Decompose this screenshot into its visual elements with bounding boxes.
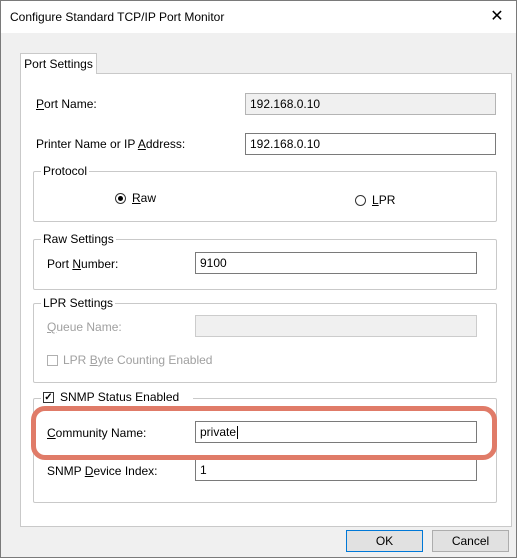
raw-settings-title: Raw Settings xyxy=(41,232,116,246)
lpr-byte-counting-label: LPR Byte Counting Enabled xyxy=(63,353,213,367)
printer-address-label: Printer Name or IP Address: xyxy=(36,137,186,151)
radio-unselected-icon xyxy=(355,195,366,206)
checkbox-checked-icon: ✓ xyxy=(43,392,54,403)
printer-address-input[interactable]: 192.168.0.10 xyxy=(245,133,496,155)
lpr-settings-title: LPR Settings xyxy=(41,296,116,310)
snmp-device-index-label: SNMP Device Index: xyxy=(47,464,158,478)
port-number-label: Port Number: xyxy=(47,257,119,271)
checkbox-unchecked-icon xyxy=(47,355,58,366)
queue-name-label: Queue Name: xyxy=(47,320,122,334)
dialog-window: Configure Standard TCP/IP Port Monitor ✕… xyxy=(0,0,517,558)
protocol-raw-radio[interactable]: Raw xyxy=(115,191,185,207)
tab-label: Port Settings xyxy=(24,57,93,71)
port-name-label: Port Name: xyxy=(36,97,97,111)
ok-button[interactable]: OK xyxy=(346,530,423,552)
protocol-lpr-radio[interactable]: LPR xyxy=(355,193,415,209)
lpr-label: LPR xyxy=(372,193,396,207)
radio-selected-icon xyxy=(115,193,126,204)
protocol-group-title: Protocol xyxy=(41,164,90,178)
protocol-group xyxy=(33,171,497,222)
cancel-button[interactable]: Cancel xyxy=(432,530,509,552)
tab-port-settings[interactable]: Port Settings xyxy=(20,53,97,74)
window-title: Configure Standard TCP/IP Port Monitor xyxy=(10,10,225,24)
queue-name-input[interactable] xyxy=(195,315,477,337)
snmp-enabled-checkbox[interactable]: ✓ SNMP Status Enabled xyxy=(41,390,193,406)
lpr-byte-counting-checkbox[interactable]: LPR Byte Counting Enabled xyxy=(47,353,247,369)
community-name-highlight xyxy=(31,406,497,460)
raw-label: Raw xyxy=(132,191,157,205)
close-icon[interactable]: ✕ xyxy=(484,5,510,29)
port-number-input[interactable]: 9100 xyxy=(195,252,477,274)
title-bar: Configure Standard TCP/IP Port Monitor ✕ xyxy=(1,1,516,33)
snmp-device-index-input[interactable]: 1 xyxy=(195,459,477,481)
snmp-enabled-label: SNMP Status Enabled xyxy=(60,390,180,404)
port-name-field[interactable]: 192.168.0.10 xyxy=(245,93,496,115)
